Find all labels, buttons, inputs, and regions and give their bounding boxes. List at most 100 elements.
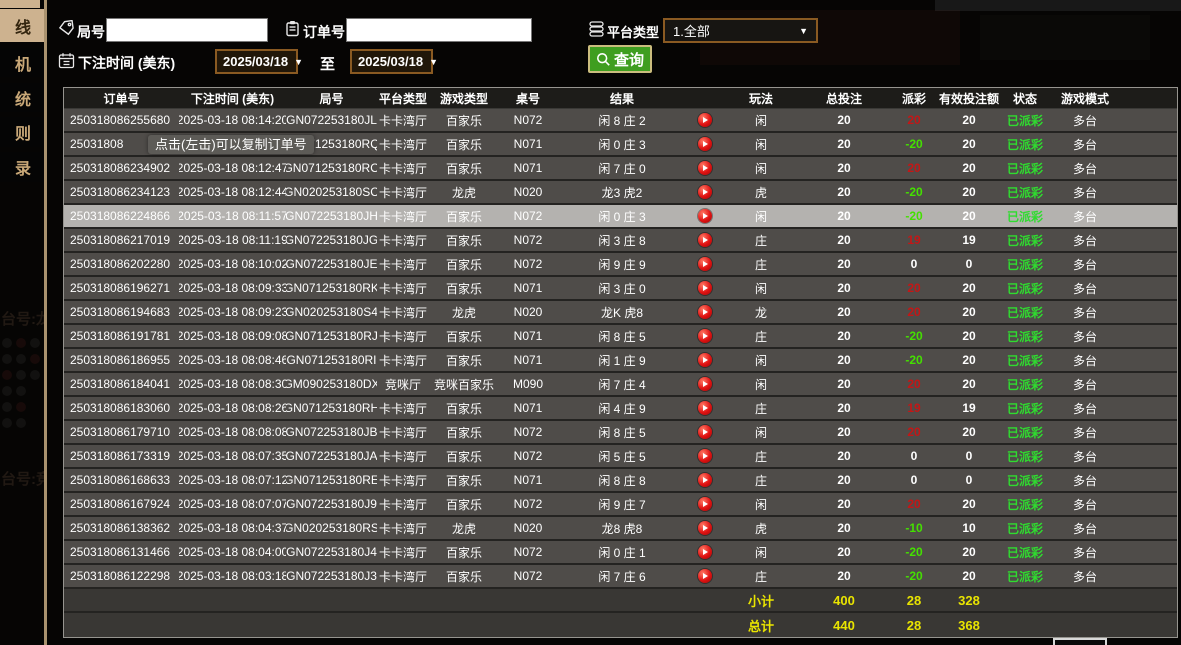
cell-result: 闲 5 庄 5 (557, 445, 687, 467)
play-icon[interactable] (698, 281, 712, 295)
cell-status: 已派彩 (999, 181, 1051, 203)
cell-order-no: 250318086168633 (64, 469, 179, 491)
play-icon[interactable] (698, 353, 712, 367)
sidebar-item-5[interactable]: 录 (0, 152, 44, 182)
sidebar-item-4[interactable]: 则 (0, 117, 44, 147)
date-to-select[interactable]: 2025/03/18 ▼ (350, 49, 433, 74)
cell-payout: 0 (889, 445, 939, 467)
replay-button[interactable] (687, 109, 723, 131)
replay-button[interactable] (687, 565, 723, 587)
play-icon[interactable] (698, 113, 712, 127)
table-row[interactable]: 2503180861917812025-03-18 08:09:08GN0712… (64, 325, 1177, 349)
replay-button[interactable] (687, 277, 723, 299)
sidebar-item-1[interactable]: 线 (0, 9, 44, 42)
table-row[interactable]: 2503180861383622025-03-18 08:04:37GN0202… (64, 517, 1177, 541)
sidebar-item-2[interactable]: 机 (0, 48, 44, 77)
replay-button[interactable] (687, 349, 723, 371)
table-row[interactable]: 2503180861733192025-03-18 08:07:35GN0722… (64, 445, 1177, 469)
query-button[interactable]: 查询 (588, 45, 652, 73)
play-icon[interactable] (698, 497, 712, 511)
play-icon[interactable] (698, 329, 712, 343)
date-from-select[interactable]: 2025/03/18 ▼ (215, 49, 298, 74)
table-row[interactable]: 2503180861840412025-03-18 08:08:30GM0902… (64, 373, 1177, 397)
cell-valid-bet: 0 (939, 253, 999, 275)
cell-total-bet: 20 (799, 301, 889, 323)
table-row[interactable]: 2503180842GN071253180RQ卡卡湾厅百家乐N071闲 0 庄 … (64, 133, 1177, 157)
game-no-input[interactable] (106, 18, 268, 42)
table-row[interactable]: 2503180862170192025-03-18 08:11:19GN0722… (64, 229, 1177, 253)
cell-total-bet: 20 (799, 325, 889, 347)
cell-status: 已派彩 (999, 565, 1051, 587)
play-icon[interactable] (698, 257, 712, 271)
replay-button[interactable] (687, 157, 723, 179)
table-row[interactable]: 2503180861869552025-03-18 08:08:46GN0712… (64, 349, 1177, 373)
table-row[interactable]: 2503180861679242025-03-18 08:07:07GN0722… (64, 493, 1177, 517)
play-icon[interactable] (698, 185, 712, 199)
play-icon[interactable] (698, 209, 712, 223)
table-row[interactable]: 2503180861686332025-03-18 08:07:12GN0712… (64, 469, 1177, 493)
play-icon[interactable] (698, 545, 712, 559)
cell-payout: -20 (889, 181, 939, 203)
date-range-to-label: 至 (320, 53, 335, 74)
cell-platform: 卡卡湾厅 (377, 205, 429, 227)
table-row[interactable]: 2503180861962712025-03-18 08:09:33GN0712… (64, 277, 1177, 301)
cell-game-type: 百家乐 (429, 277, 499, 299)
total-total-bet: 440 (799, 613, 889, 637)
cell-game-mode: 多台 (1051, 541, 1119, 563)
table-row[interactable]: 2503180861797102025-03-18 08:08:08GN0722… (64, 421, 1177, 445)
replay-button[interactable] (687, 421, 723, 443)
table-row[interactable]: 2503180861314662025-03-18 08:04:00GN0722… (64, 541, 1177, 565)
play-icon[interactable] (698, 473, 712, 487)
play-icon[interactable] (698, 137, 712, 151)
replay-button[interactable] (687, 253, 723, 275)
replay-button[interactable] (687, 493, 723, 515)
table-row[interactable]: 2503180862556802025-03-18 08:14:20GN0722… (64, 109, 1177, 133)
table-header-row: 订单号 下注时间 (美东) 局号 平台类型 游戏类型 桌号 结果 玩法 总投注 … (64, 88, 1177, 109)
play-icon[interactable] (698, 521, 712, 535)
cell-status: 已派彩 (999, 205, 1051, 227)
replay-button[interactable] (687, 373, 723, 395)
cell-order-no: 250318086122298 (64, 565, 179, 587)
cell-valid-bet: 20 (939, 109, 999, 131)
cell-game-no: GN072253180J4 (286, 541, 377, 563)
replay-button[interactable] (687, 181, 723, 203)
platform-type-select[interactable]: 1.全部 ▼ (663, 18, 818, 43)
cell-game-no: GN071253180RE (286, 469, 377, 491)
play-icon[interactable] (698, 425, 712, 439)
replay-button[interactable] (687, 541, 723, 563)
table-row[interactable]: 2503180862341232025-03-18 08:12:44GN0202… (64, 181, 1177, 205)
cell-bet-time: 2025-03-18 08:08:46 (179, 349, 286, 371)
replay-button[interactable] (687, 205, 723, 227)
replay-button[interactable] (687, 301, 723, 323)
cell-bet-time: 2025-03-18 08:08:26 (179, 397, 286, 419)
sidebar-item-3[interactable]: 统 (0, 83, 44, 112)
table-row[interactable]: 2503180861830602025-03-18 08:08:26GN0712… (64, 397, 1177, 421)
date-from-value: 2025/03/18 (223, 54, 288, 69)
table-row[interactable]: 2503180862022802025-03-18 08:10:02GN0722… (64, 253, 1177, 277)
table-row[interactable]: 2503180862349022025-03-18 08:12:47GN0712… (64, 157, 1177, 181)
play-icon[interactable] (698, 305, 712, 319)
play-icon[interactable] (698, 401, 712, 415)
cell-platform: 卡卡湾厅 (377, 229, 429, 251)
table-row[interactable]: 2503180861946832025-03-18 08:09:23GN0202… (64, 301, 1177, 325)
cell-valid-bet: 20 (939, 349, 999, 371)
play-icon[interactable] (698, 233, 712, 247)
table-row[interactable]: 2503180861222982025-03-18 08:03:18GN0722… (64, 565, 1177, 589)
replay-button[interactable] (687, 445, 723, 467)
replay-button[interactable] (687, 325, 723, 347)
replay-button[interactable] (687, 469, 723, 491)
play-icon[interactable] (698, 569, 712, 583)
order-no-input[interactable] (346, 18, 532, 42)
pagination-button-partial[interactable] (1053, 638, 1107, 645)
play-icon[interactable] (698, 449, 712, 463)
table-row[interactable]: 2503180862248662025-03-18 08:11:57GN0722… (64, 205, 1177, 229)
play-icon[interactable] (698, 161, 712, 175)
subtotal-total-bet: 400 (799, 589, 889, 611)
replay-button[interactable] (687, 517, 723, 539)
cell-status: 已派彩 (999, 229, 1051, 251)
replay-button[interactable] (687, 229, 723, 251)
replay-button[interactable] (687, 133, 723, 155)
platform-type-label: 平台类型 (607, 22, 659, 41)
replay-button[interactable] (687, 397, 723, 419)
play-icon[interactable] (698, 377, 712, 391)
